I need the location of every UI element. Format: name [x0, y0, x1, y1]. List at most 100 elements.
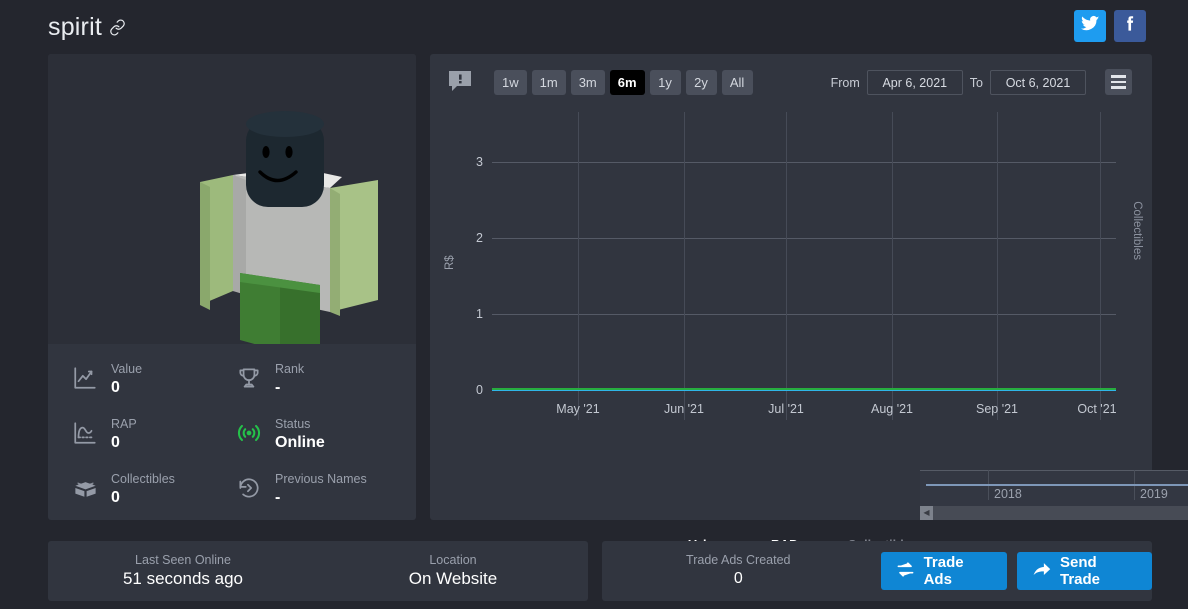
facebook-share-button[interactable]	[1114, 10, 1146, 42]
stat-previous-names: Previous Names -	[234, 468, 398, 520]
navigator-series-line	[926, 484, 1188, 486]
navigator-scrollbar[interactable]: ◀ ▶	[920, 506, 1188, 520]
range-button-6m[interactable]: 6m	[609, 70, 645, 95]
hamburger-menu-icon[interactable]	[1105, 69, 1132, 95]
stat-value-text: 0	[111, 434, 120, 451]
twitter-icon	[1080, 14, 1100, 38]
stat-value-text: 0	[111, 379, 120, 396]
chart-toolbar: 1w 1m 3m 6m 1y 2y All From Apr 6, 2021 T…	[430, 54, 1152, 112]
date-range-selector: From Apr 6, 2021 To Oct 6, 2021	[831, 70, 1086, 95]
stat-value-text: 0	[111, 489, 120, 506]
trophy-icon	[234, 362, 264, 394]
avatar	[48, 54, 416, 357]
stat-row: RAP 0 Status Online	[70, 413, 398, 468]
trade-ads-created-value: 0	[733, 570, 743, 587]
last-seen-value: 51 seconds ago	[122, 569, 244, 588]
line-chart-icon	[70, 362, 100, 394]
stat-label: RAP	[111, 417, 137, 431]
avatar-area	[48, 54, 416, 357]
box-icon	[70, 472, 100, 504]
stat-label: Value	[111, 362, 143, 376]
y-tick-label: 0	[476, 383, 483, 397]
facebook-icon	[1121, 14, 1140, 38]
link-icon[interactable]	[109, 16, 126, 41]
social-links	[1074, 10, 1146, 42]
x-tick-label: Oct '21	[1077, 402, 1117, 416]
y-tick-label: 2	[476, 231, 483, 245]
y-tick-label: 1	[476, 307, 483, 321]
page-title-text: spirit	[48, 13, 102, 41]
history-icon	[234, 472, 264, 504]
menu-bar	[1111, 86, 1126, 89]
from-date-input[interactable]: Apr 6, 2021	[866, 70, 963, 95]
range-button-all[interactable]: All	[721, 70, 753, 95]
send-trade-button-label: Send Trade	[1060, 554, 1101, 588]
trade-ads-button[interactable]: Trade Ads	[880, 552, 1007, 590]
share-arrow-icon	[1032, 560, 1051, 583]
broadcast-icon	[234, 417, 264, 449]
profile-card: Value 0 Rank - RAP 0 Status Online Colle…	[48, 54, 416, 520]
stat-status: Status Online	[234, 413, 398, 468]
page-header: spirit	[0, 0, 1188, 46]
x-tick-label: Sep '21	[975, 402, 1019, 416]
range-button-1m[interactable]: 1m	[531, 70, 566, 95]
menu-bar	[1111, 75, 1126, 78]
twitter-share-button[interactable]	[1074, 10, 1106, 42]
last-seen-label: Last Seen Online	[135, 553, 231, 567]
x-tick-label: Jun '21	[664, 402, 704, 416]
range-button-2y[interactable]: 2y	[685, 70, 717, 95]
profile-page: spirit Value 0 Rank - RAP 0 Status Onlin…	[0, 0, 1188, 609]
y-axis-labels: 3 2 1 0	[476, 112, 1116, 420]
stat-label: Rank	[275, 362, 305, 376]
navigator-year-label: 2018	[994, 487, 1022, 501]
to-date-input[interactable]: Oct 6, 2021	[990, 70, 1086, 95]
stat-rap: RAP 0	[70, 413, 234, 468]
range-button-3m[interactable]: 3m	[570, 70, 605, 95]
chart-plot-area[interactable]: 3 2 1 0 May '21 Jun '21 Jul '21 Aug '21 …	[476, 112, 1117, 420]
series-line-rap	[492, 388, 1116, 390]
trade-buttons: Trade Ads Send Trade	[880, 552, 1152, 590]
location: Location On Website	[318, 552, 588, 590]
stat-label: Previous Names	[275, 472, 367, 486]
trade-ads-created-label: Trade Ads Created	[686, 553, 791, 567]
speech-bubble-alert-icon[interactable]	[447, 68, 473, 94]
profile-stats: Value 0 Rank - RAP 0 Status Online Colle…	[48, 344, 416, 520]
y-tick-label: 3	[476, 155, 483, 169]
x-tick-label: May '21	[556, 402, 600, 416]
exchange-arrows-icon	[896, 560, 915, 583]
location-value: On Website	[408, 569, 498, 588]
navigator-top-line	[920, 470, 1188, 471]
last-seen-online: Last Seen Online 51 seconds ago	[48, 552, 318, 590]
page-title: spirit	[48, 15, 126, 41]
stat-value-text: -	[275, 379, 281, 396]
scroll-left-button[interactable]: ◀	[920, 506, 933, 520]
chart-card: 1w 1m 3m 6m 1y 2y All From Apr 6, 2021 T…	[430, 54, 1188, 552]
x-tick-label: Jul '21	[768, 402, 804, 416]
roblox-avatar-image	[200, 111, 378, 357]
rap-chart-icon	[70, 417, 100, 449]
range-selector: 1w 1m 3m 6m 1y 2y All	[494, 70, 753, 95]
navigator-year-label: 2019	[1140, 487, 1168, 501]
chevron-left-icon: ◀	[923, 508, 930, 517]
menu-bar	[1111, 80, 1126, 84]
trade-actions-card: Trade Ads Created 0 Trade Ads Send Trade	[602, 541, 1152, 601]
stat-rank: Rank -	[234, 358, 398, 413]
stat-label: Status	[275, 417, 311, 431]
range-button-1w[interactable]: 1w	[494, 70, 527, 95]
stat-row: Collectibles 0 Previous Names -	[70, 468, 398, 520]
location-label: Location	[429, 553, 477, 567]
trade-ads-created: Trade Ads Created 0	[602, 552, 875, 590]
stat-row: Value 0 Rank -	[70, 358, 398, 413]
x-tick-label: Aug '21	[870, 402, 914, 416]
y-axis-title: R$	[444, 255, 456, 270]
trade-ads-button-label: Trade Ads	[923, 554, 964, 588]
send-trade-button[interactable]: Send Trade	[1017, 552, 1152, 590]
to-label: To	[969, 75, 983, 90]
range-button-1y[interactable]: 1y	[649, 70, 681, 95]
stat-value-text: -	[275, 489, 281, 506]
y2-axis-title: Collectibles	[1131, 201, 1143, 260]
stat-collectibles: Collectibles 0	[70, 468, 234, 520]
stat-value: Value 0	[70, 358, 234, 413]
chart-navigator[interactable]: 2018 2019 2020 2021 ◀ ▶	[920, 470, 1188, 520]
session-info-card: Last Seen Online 51 seconds ago Location…	[48, 541, 588, 601]
